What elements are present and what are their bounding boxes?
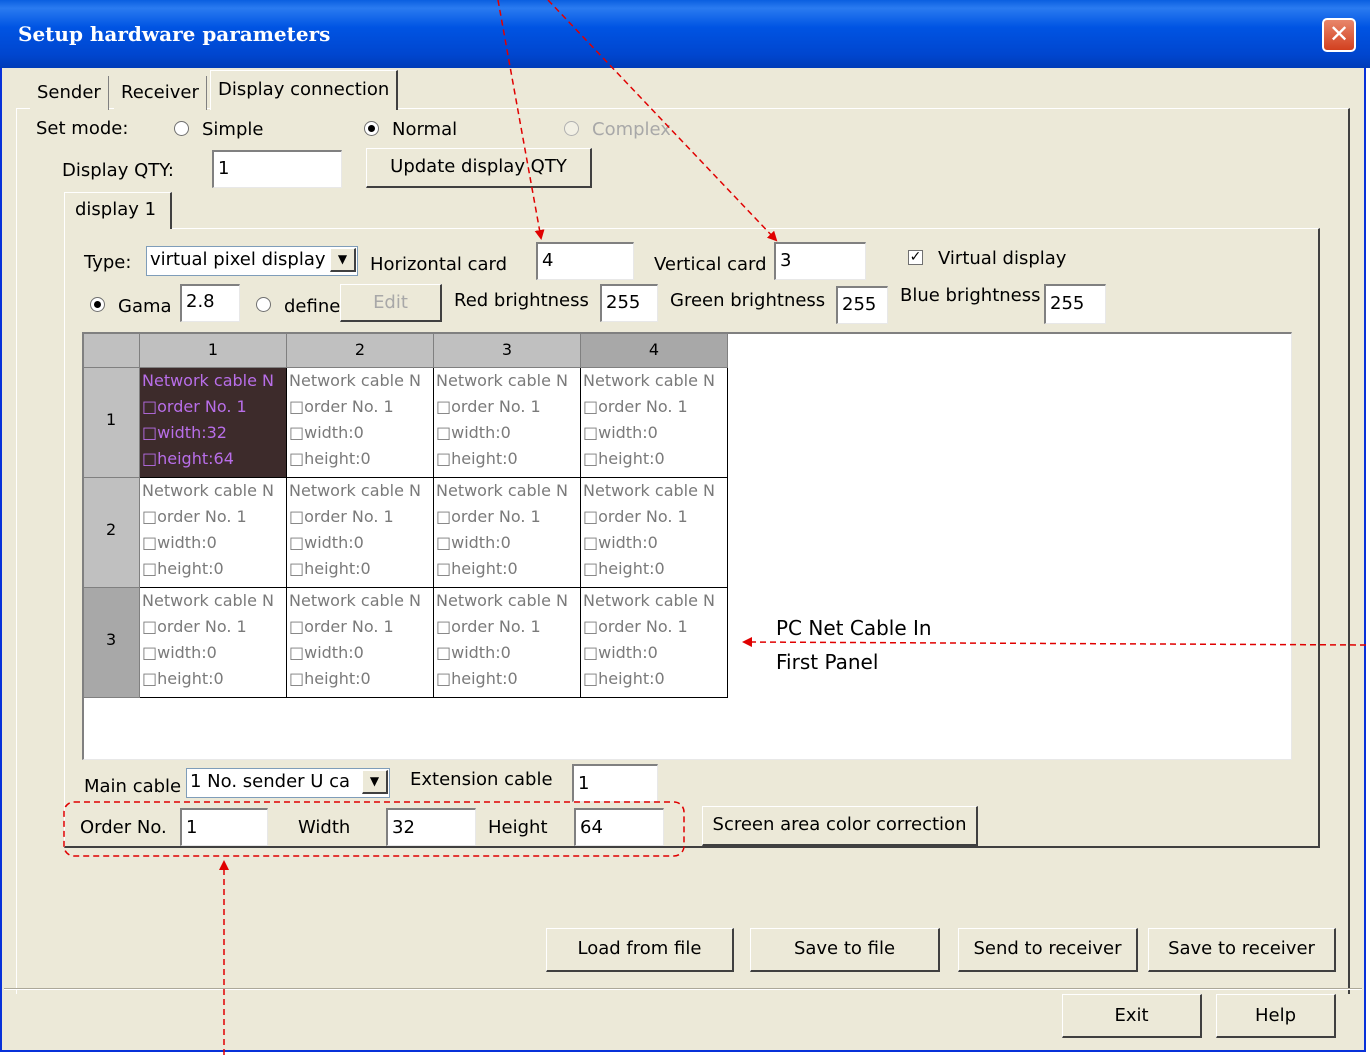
arrow-to-horizontal-card: [497, 0, 545, 240]
order-row-highlight-box: [63, 801, 685, 857]
annotation-overlay: [63, 0, 1367, 1055]
arrow-to-grid: [742, 637, 1367, 648]
annotation-arrows: [63, 0, 1367, 1055]
arrow-to-vertical-card: [547, 0, 778, 242]
